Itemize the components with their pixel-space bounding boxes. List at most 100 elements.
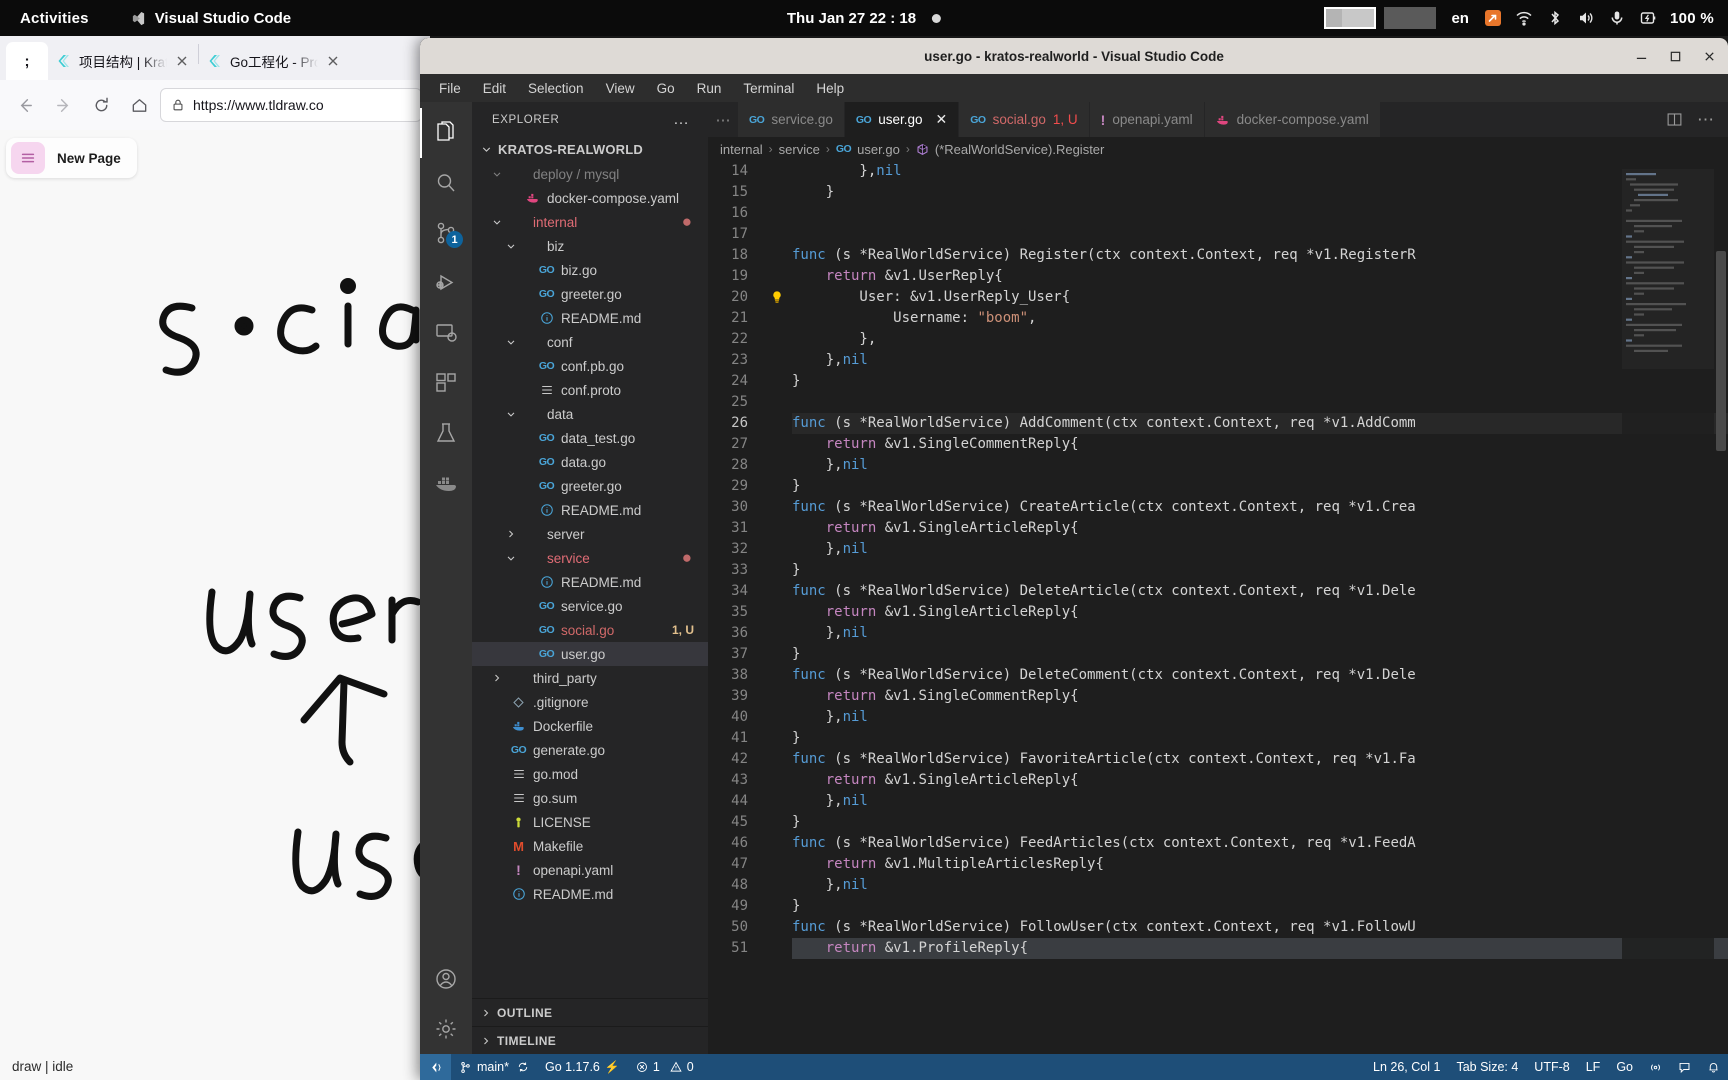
- code-line[interactable]: },nil: [792, 161, 1728, 182]
- breadcrumb-file[interactable]: user.go: [857, 142, 900, 157]
- more-actions-icon[interactable]: …: [673, 111, 690, 129]
- code-line[interactable]: func (s *RealWorldService) DeleteArticle…: [792, 581, 1728, 602]
- code-line[interactable]: }: [792, 644, 1728, 665]
- sync-icon[interactable]: [517, 1061, 529, 1073]
- tree-item-service[interactable]: service ●: [472, 546, 708, 570]
- clock[interactable]: Thu Jan 27 22 : 18: [787, 10, 942, 27]
- activities-button[interactable]: Activities: [20, 10, 89, 27]
- tree-item-biz[interactable]: biz: [472, 234, 708, 258]
- code-line[interactable]: },nil: [792, 707, 1728, 728]
- code-line[interactable]: return &v1.SingleArticleReply{: [792, 602, 1728, 623]
- code-line[interactable]: User: &v1.UserReply_User{: [792, 287, 1728, 308]
- problems-button[interactable]: 1 0: [628, 1054, 702, 1080]
- tree-item-third-party[interactable]: third_party: [472, 666, 708, 690]
- panel-timeline[interactable]: TIMELINE: [472, 1026, 708, 1054]
- firefox-pinned-tab[interactable]: ;: [6, 42, 48, 80]
- tree-item-makefile[interactable]: M Makefile: [472, 834, 708, 858]
- tree-item-dockerfile[interactable]: Dockerfile: [472, 714, 708, 738]
- firefox-tab-1[interactable]: Go工程化 - Proje: [199, 42, 349, 80]
- hamburger-menu-icon[interactable]: [11, 142, 45, 174]
- microphone-icon[interactable]: [1608, 9, 1626, 27]
- bluetooth-icon[interactable]: [1546, 9, 1564, 27]
- tree-item-readme.md[interactable]: README.md: [472, 306, 708, 330]
- remote-window-button[interactable]: [420, 1054, 451, 1080]
- tree-item-conf[interactable]: conf: [472, 330, 708, 354]
- activity-extensions[interactable]: [420, 358, 472, 408]
- tree-item-data-test.go[interactable]: GO data_test.go: [472, 426, 708, 450]
- tree-item-biz.go[interactable]: GO biz.go: [472, 258, 708, 282]
- code-editor[interactable]: 14 15 16 17 18 19 20 21 22 23 24 25 26 27 28 29 30 31 32 33…: [708, 161, 1728, 1054]
- activity-search[interactable]: [420, 158, 472, 208]
- input-language[interactable]: en: [1451, 10, 1469, 27]
- tree-item-readme.md[interactable]: README.md: [472, 498, 708, 522]
- broadcast-icon[interactable]: [1641, 1054, 1670, 1080]
- code-line[interactable]: func (s *RealWorldService) AddComment(ct…: [792, 413, 1728, 434]
- workspace-2[interactable]: [1384, 7, 1437, 29]
- editor-scrollbar[interactable]: [1714, 161, 1728, 1054]
- breadcrumb-symbol[interactable]: (*RealWorldService).Register: [935, 142, 1105, 157]
- code-line[interactable]: func (s *RealWorldService) FeedArticles(…: [792, 833, 1728, 854]
- encoding[interactable]: UTF-8: [1526, 1054, 1577, 1080]
- active-app-indicator[interactable]: Visual Studio Code: [131, 10, 291, 27]
- editor-tab-service-go[interactable]: GO service.go: [738, 102, 845, 137]
- code-line[interactable]: return &v1.SingleArticleReply{: [792, 518, 1728, 539]
- workspace-switcher[interactable]: [1324, 7, 1437, 29]
- code-line[interactable]: },nil: [792, 455, 1728, 476]
- back-arrow-icon[interactable]: [8, 88, 42, 122]
- code-line[interactable]: }: [792, 476, 1728, 497]
- tldraw-page-menu[interactable]: New Page: [6, 138, 137, 178]
- tree-item-docker-compose.yaml[interactable]: docker-compose.yaml: [472, 186, 708, 210]
- code-line[interactable]: func (s *RealWorldService) FollowUser(ct…: [792, 917, 1728, 938]
- tabs-overflow-icon[interactable]: ⋯: [708, 102, 738, 137]
- code-line[interactable]: return &v1.SingleCommentReply{: [792, 434, 1728, 455]
- tree-item-service.go[interactable]: GO service.go: [472, 594, 708, 618]
- close-icon[interactable]: ✕: [936, 111, 948, 128]
- menu-view[interactable]: View: [595, 78, 646, 99]
- panel-outline[interactable]: OUTLINE: [472, 998, 708, 1026]
- breadcrumb-service[interactable]: service: [779, 142, 820, 157]
- tree-item-openapi.yaml[interactable]: ! openapi.yaml: [472, 858, 708, 882]
- editor-tab-user-go[interactable]: GO user.go ✕: [844, 102, 960, 137]
- firefox-tab-0[interactable]: 项目结构 | Krato: [48, 42, 198, 80]
- close-icon[interactable]: [325, 53, 341, 69]
- tree-item-greeter.go[interactable]: GO greeter.go: [472, 474, 708, 498]
- code-line[interactable]: [792, 224, 1728, 245]
- code-line[interactable]: return &v1.SingleCommentReply{: [792, 686, 1728, 707]
- tree-item-internal[interactable]: internal ●: [472, 210, 708, 234]
- code-line[interactable]: }: [792, 371, 1728, 392]
- code-line[interactable]: }: [792, 182, 1728, 203]
- code-line[interactable]: func (s *RealWorldService) CreateArticle…: [792, 497, 1728, 518]
- code-line[interactable]: }: [792, 728, 1728, 749]
- editor-tab-social-go[interactable]: GO social.go 1, U: [959, 102, 1090, 137]
- tree-item-conf.pb.go[interactable]: GO conf.pb.go: [472, 354, 708, 378]
- file-tree[interactable]: deploy / mysql docker-compose.yaml interna…: [472, 162, 708, 998]
- lightbulb-icon[interactable]: [770, 290, 792, 311]
- explorer-root-folder[interactable]: KRATOS-REALWORLD: [472, 137, 708, 162]
- close-button[interactable]: [1702, 49, 1716, 63]
- code-line[interactable]: [792, 392, 1728, 413]
- menu-go[interactable]: Go: [646, 78, 686, 99]
- minimap[interactable]: [1622, 161, 1714, 1054]
- maximize-button[interactable]: [1668, 49, 1682, 63]
- close-icon[interactable]: [174, 53, 190, 69]
- activity-settings[interactable]: [420, 1004, 472, 1054]
- code-line[interactable]: }: [792, 896, 1728, 917]
- menu-terminal[interactable]: Terminal: [732, 78, 805, 99]
- orange-update-icon[interactable]: [1484, 9, 1502, 27]
- menu-file[interactable]: File: [428, 78, 472, 99]
- editor-tab-openapi-yaml[interactable]: ! openapi.yaml: [1089, 102, 1205, 137]
- reload-icon[interactable]: [84, 88, 118, 122]
- activity-source-control[interactable]: 1: [420, 208, 472, 258]
- code-line[interactable]: },nil: [792, 875, 1728, 896]
- tree-item-license[interactable]: LICENSE: [472, 810, 708, 834]
- go-version-button[interactable]: Go 1.17.6 ⚡: [537, 1054, 628, 1080]
- home-icon[interactable]: [122, 88, 156, 122]
- activity-testing[interactable]: [420, 408, 472, 458]
- tree-item-data[interactable]: data: [472, 402, 708, 426]
- tldraw-page-name[interactable]: New Page: [57, 151, 121, 166]
- code-line[interactable]: return &v1.MultipleArticlesReply{: [792, 854, 1728, 875]
- tree-item-.gitignore[interactable]: .gitignore: [472, 690, 708, 714]
- code-line[interactable]: func (s *RealWorldService) FavoriteArtic…: [792, 749, 1728, 770]
- code-line[interactable]: [792, 203, 1728, 224]
- forward-arrow-icon[interactable]: [46, 88, 80, 122]
